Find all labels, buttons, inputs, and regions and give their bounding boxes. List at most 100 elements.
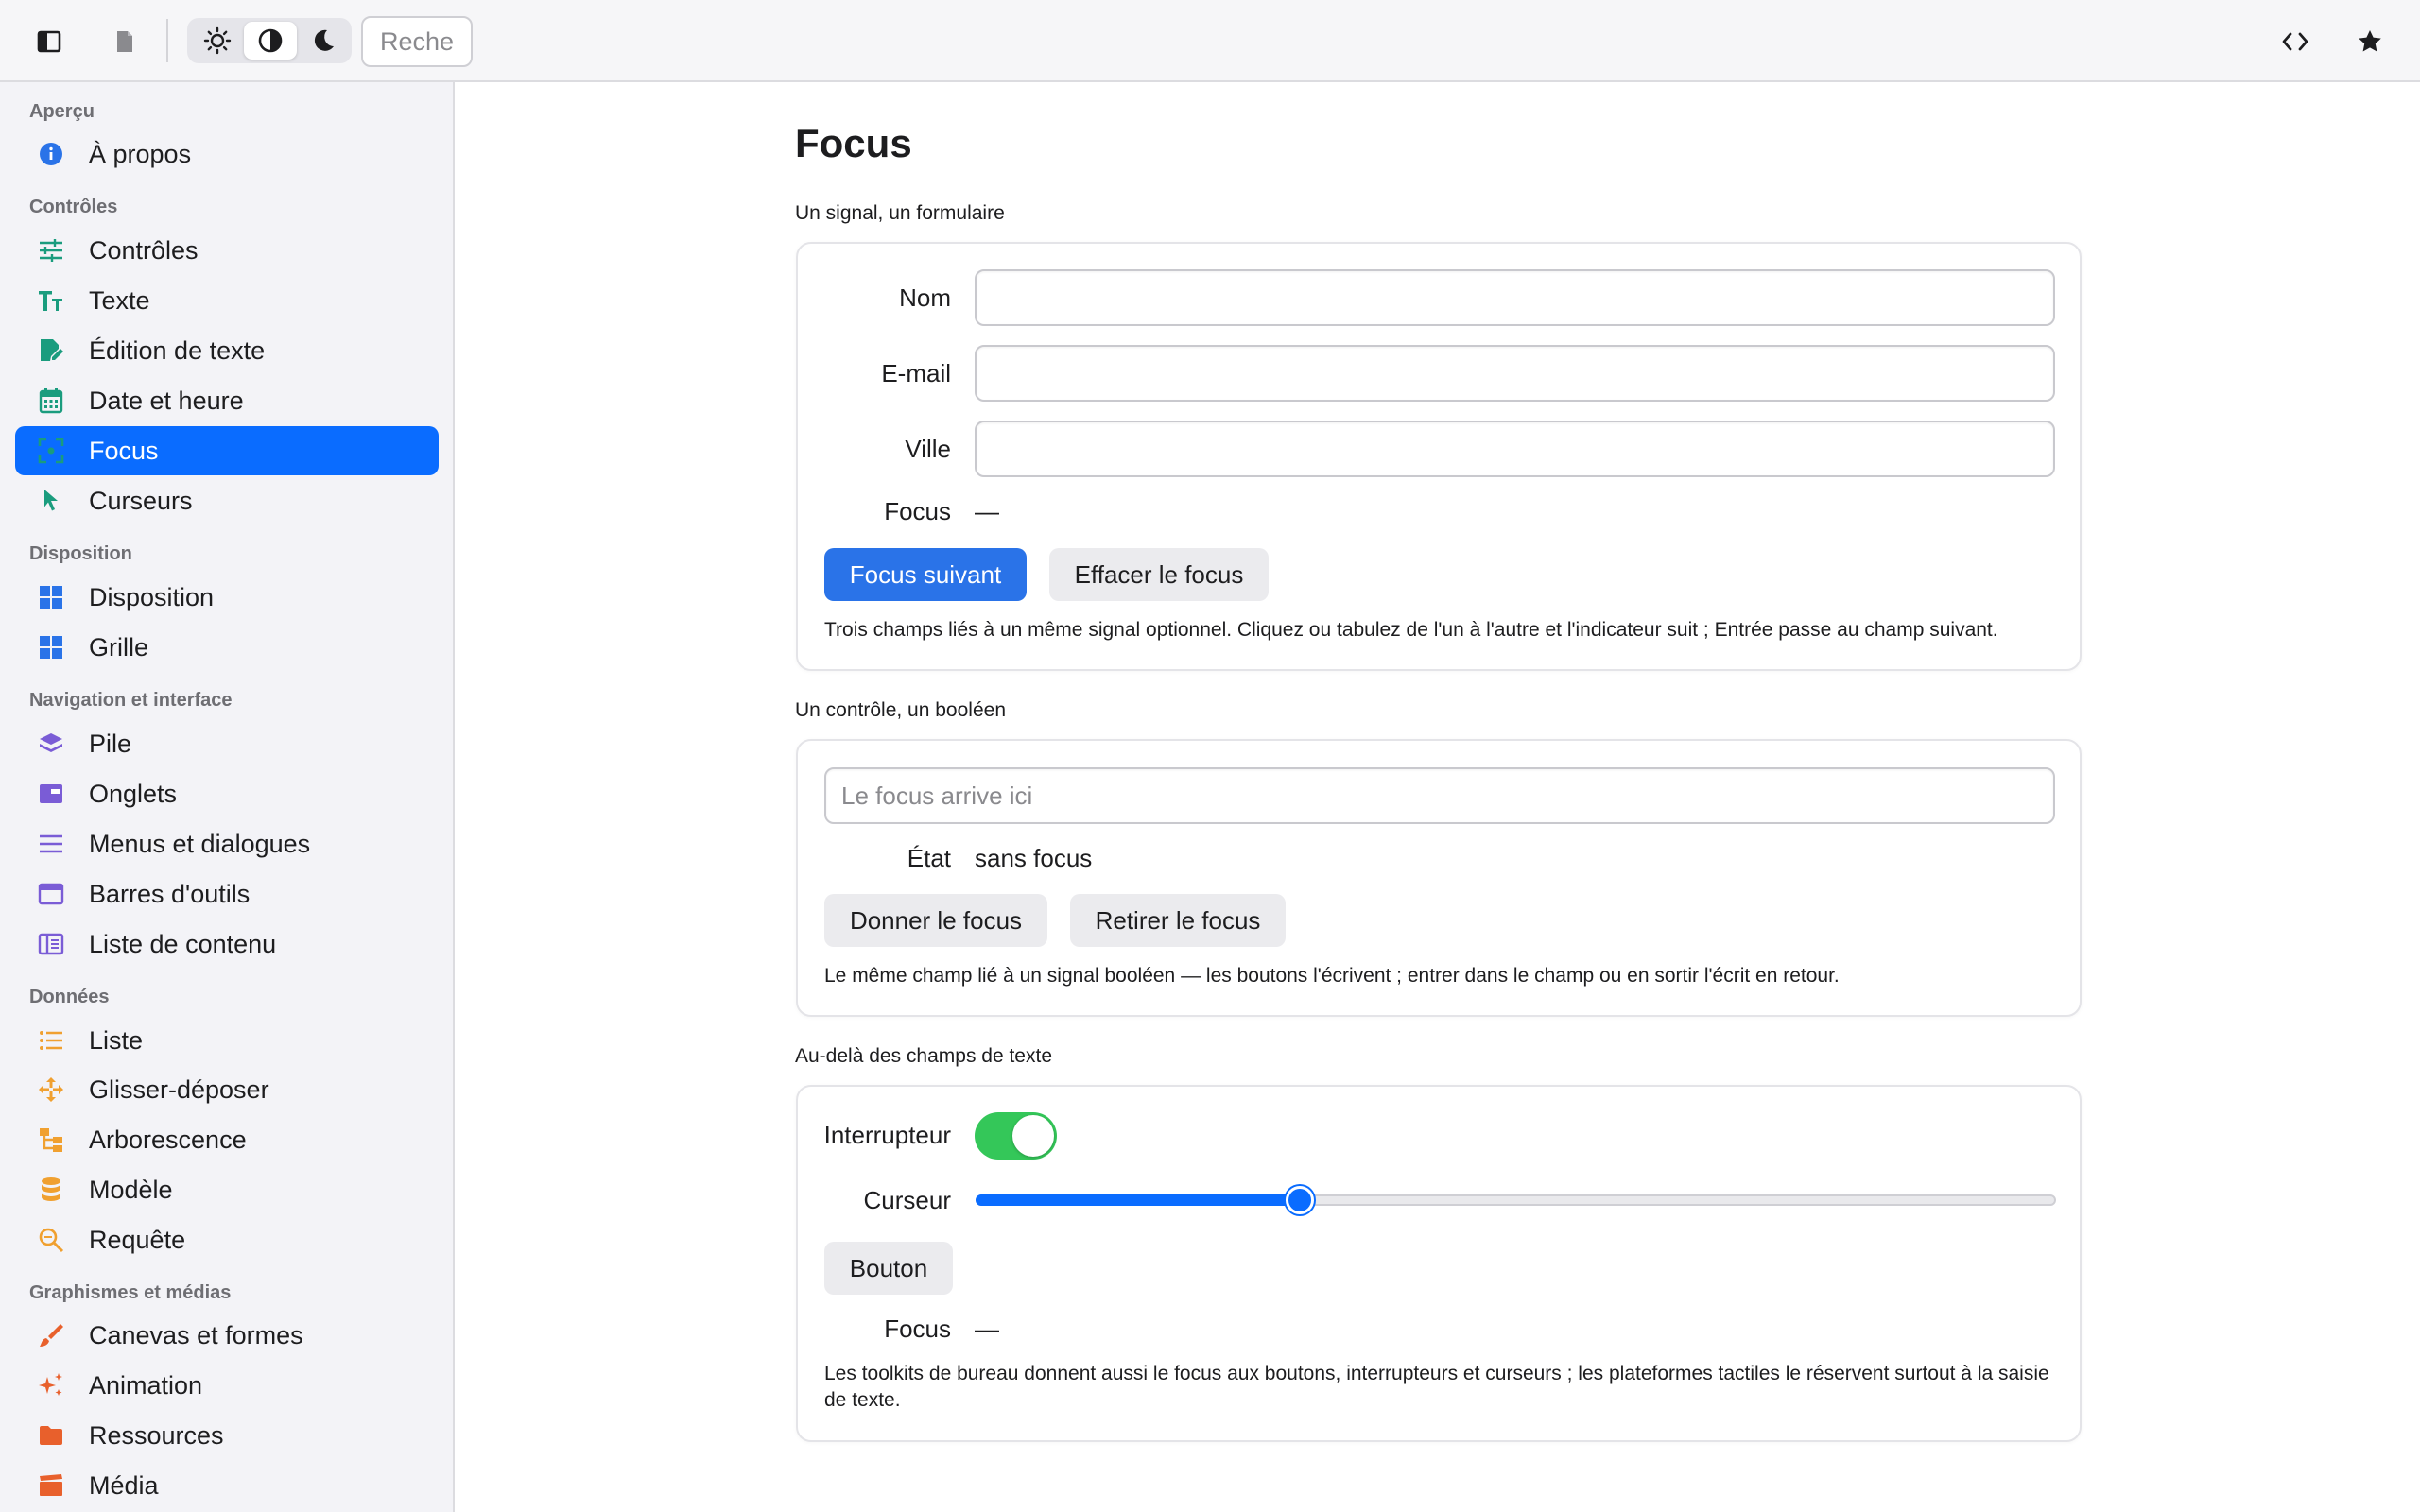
sidebar-item-label: Contrôles: [89, 235, 199, 265]
sidebar-item-animation[interactable]: Animation: [15, 1361, 439, 1410]
search-input[interactable]: [361, 16, 473, 67]
focus-status-value: —: [975, 497, 999, 525]
sidebar-item-label: Animation: [89, 1370, 203, 1400]
focus-target-field[interactable]: [824, 767, 2055, 824]
sidebar-item-label: Glisser-déposer: [89, 1074, 269, 1104]
sidebar-item-canevas-et-formes[interactable]: Canevas et formes: [15, 1311, 439, 1360]
sidebar-section-graphismes: Graphismes et médias: [29, 1282, 232, 1303]
sidebar-icon: [37, 30, 61, 53]
state-label: État: [907, 844, 951, 872]
focus-status-label: Focus: [884, 497, 951, 525]
switch-knob: [1012, 1115, 1054, 1157]
sidebar-item-label: Ressources: [89, 1420, 224, 1450]
sidebar-item-label: Canevas et formes: [89, 1320, 303, 1349]
sidebar-section-disposition: Disposition: [29, 543, 132, 564]
text-size-icon: [39, 291, 62, 311]
slider[interactable]: [976, 1186, 2056, 1214]
contrast-icon: [258, 28, 283, 53]
theme-dark-option[interactable]: [297, 22, 350, 60]
sidebar-item-ressources[interactable]: Ressources: [15, 1411, 439, 1460]
state-value: sans focus: [975, 844, 1093, 872]
tabs-icon: [40, 784, 62, 803]
stack-icon: [40, 733, 62, 752]
document-icon: [117, 31, 132, 52]
view-code-button[interactable]: [2273, 19, 2318, 64]
name-field[interactable]: [975, 269, 2055, 326]
calendar-icon: [39, 388, 63, 414]
switch-toggle[interactable]: [975, 1112, 1057, 1160]
sidebar-item-modele[interactable]: Modèle: [15, 1165, 439, 1214]
sidebar-item-label: Date et heure: [89, 386, 244, 415]
sidebar-item-requete[interactable]: Requête: [15, 1215, 439, 1264]
theme-auto-option[interactable]: [244, 22, 297, 60]
page-title: Focus: [795, 121, 912, 165]
sidebar-item-a-propos[interactable]: À propos: [15, 129, 439, 179]
focus-icon: [38, 438, 64, 464]
star-icon: [2359, 30, 2381, 52]
sidebar-item-label: Focus: [89, 436, 159, 465]
document-button[interactable]: [102, 19, 147, 64]
next-focus-button[interactable]: Focus suivant: [824, 548, 1027, 601]
switch-label: Interrupteur: [823, 1121, 951, 1149]
code-icon: [2282, 32, 2308, 51]
slider-thumb[interactable]: [1285, 1186, 1314, 1214]
section-caption-signal-formulaire: Un signal, un formulaire: [795, 202, 1005, 224]
focus-status-label: Focus: [884, 1314, 951, 1343]
sidebar-item-label: Barres d'outils: [89, 879, 251, 908]
section-note: Le même champ lié à un signal booléen — …: [824, 965, 1840, 987]
brush-icon: [40, 1324, 63, 1347]
sidebar-item-grille[interactable]: Grille: [15, 623, 439, 672]
toolbar-divider: [166, 19, 168, 62]
layout-icon: [40, 586, 62, 609]
slider-label: Curseur: [863, 1186, 951, 1214]
sidebar-item-label: Modèle: [89, 1175, 173, 1204]
email-field-label: E-mail: [881, 359, 951, 387]
tree-icon: [40, 1128, 62, 1152]
clear-focus-button[interactable]: Effacer le focus: [1049, 548, 1269, 601]
sidebar-item-date-et-heure[interactable]: Date et heure: [15, 376, 439, 425]
database-icon: [42, 1177, 60, 1201]
sidebar-item-label: Média: [89, 1470, 159, 1500]
section-caption-au-dela: Au-delà des champs de texte: [795, 1045, 1052, 1067]
search-icon: [39, 1228, 64, 1253]
slider-fill: [976, 1194, 1300, 1206]
email-field[interactable]: [975, 345, 2055, 402]
sidebar-item-edition-de-texte[interactable]: Édition de texte: [15, 326, 439, 375]
section-caption-controle-booleen: Un contrôle, un booléen: [795, 699, 1006, 721]
section-note: Les toolkits de bureau donnent aussi le …: [824, 1363, 2049, 1411]
sidebar-item-disposition[interactable]: Disposition: [15, 573, 439, 622]
city-field[interactable]: [975, 421, 2055, 477]
sidebar-section-navigation: Navigation et interface: [29, 690, 233, 711]
sidebar-toggle-button[interactable]: [26, 19, 72, 64]
toolbar: [0, 0, 2420, 82]
grid-icon: [40, 636, 62, 659]
sidebar-item-label: Liste: [89, 1025, 144, 1055]
sidebar-item-pile[interactable]: Pile: [15, 719, 439, 768]
sidebar-item-label: Onglets: [89, 779, 178, 808]
folder-icon: [40, 1426, 62, 1445]
sidebar-section-donnees: Données: [29, 987, 110, 1007]
sidebar-item-liste[interactable]: Liste: [15, 1016, 439, 1065]
menu-icon: [40, 834, 62, 853]
sidebar-item-media[interactable]: Média: [15, 1461, 439, 1510]
sidebar-item-onglets[interactable]: Onglets: [15, 769, 439, 818]
theme-selector[interactable]: [187, 18, 352, 63]
sidebar-item-label: Curseurs: [89, 486, 193, 515]
sidebar-item-curseurs[interactable]: Curseurs: [15, 476, 439, 525]
plain-button[interactable]: Bouton: [824, 1242, 953, 1295]
sidebar-item-label: Grille: [89, 632, 149, 662]
favorite-button[interactable]: [2347, 19, 2393, 64]
sidebar-item-glisser-deposer[interactable]: Glisser-déposer: [15, 1065, 439, 1114]
sidebar-item-arborescence[interactable]: Arborescence: [15, 1115, 439, 1164]
sidebar-item-focus[interactable]: Focus: [15, 426, 439, 475]
remove-focus-button[interactable]: Retirer le focus: [1070, 894, 1286, 947]
sidebar-item-texte[interactable]: Texte: [15, 276, 439, 325]
theme-light-option[interactable]: [191, 22, 244, 60]
sliders-icon: [40, 239, 62, 262]
sidebar-item-liste-de-contenu[interactable]: Liste de contenu: [15, 919, 439, 969]
toolbar-icon: [38, 883, 64, 905]
sidebar-item-menus-et-dialogues[interactable]: Menus et dialogues: [15, 819, 439, 868]
sidebar-item-controles[interactable]: Contrôles: [15, 226, 439, 275]
sidebar-item-barres-doutils[interactable]: Barres d'outils: [15, 869, 439, 919]
give-focus-button[interactable]: Donner le focus: [824, 894, 1047, 947]
